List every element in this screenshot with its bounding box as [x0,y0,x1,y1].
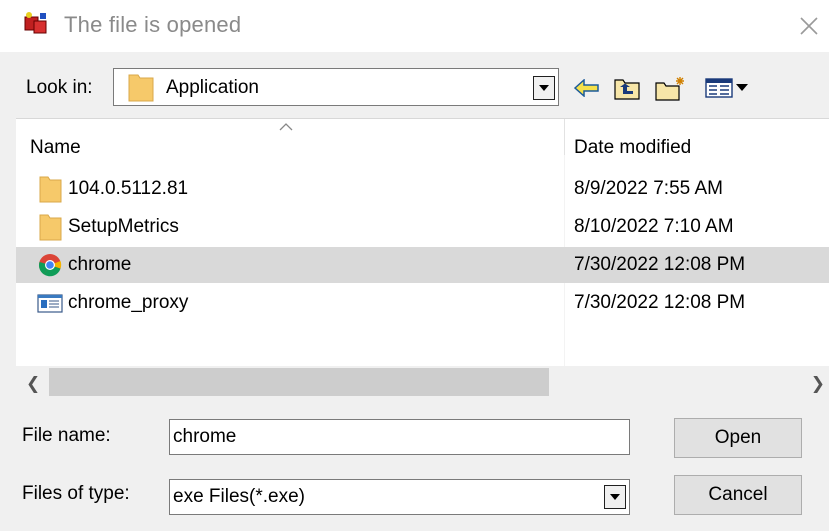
folder-icon [36,213,64,241]
scroll-left-icon[interactable]: ❮ [26,374,40,394]
cancel-button[interactable]: Cancel [674,475,802,515]
scrollbar-thumb[interactable] [49,368,549,396]
filetype-value: exe Files(*.exe) [173,486,305,507]
view-menu-icon [705,78,748,98]
lookin-dropdown-button[interactable] [533,76,555,100]
up-folder-icon [614,79,640,100]
file-date: 7/30/2022 12:08 PM [574,292,746,313]
chevron-down-icon [610,494,620,500]
chrome-icon [36,251,64,279]
back-button[interactable] [572,73,602,103]
filetype-combobox[interactable]: exe Files(*.exe) [169,479,630,515]
folder-icon [36,175,64,203]
file-name: chrome [68,254,132,275]
column-header-name[interactable]: Name [30,137,81,159]
new-folder-button[interactable] [654,73,688,103]
list-item[interactable]: 104.0.5112.81 8/9/2022 7:55 AM [16,171,829,207]
close-button[interactable] [789,6,829,46]
chevron-down-icon [539,85,549,91]
file-date: 8/10/2022 7:10 AM [574,216,734,237]
filetype-dropdown-button[interactable] [604,485,626,509]
list-item[interactable]: chrome_proxy 7/30/2022 12:08 PM [16,285,829,321]
scroll-right-icon[interactable]: ❯ [811,374,825,394]
folder-icon [128,72,154,107]
horizontal-scrollbar[interactable]: ❮ ❯ [16,366,829,400]
filename-input[interactable] [169,419,630,455]
file-list[interactable]: Name Date modified 104.0.5112.81 8/9/202… [16,118,829,400]
column-header-date[interactable]: Date modified [574,137,691,159]
column-divider[interactable] [564,119,565,155]
title-bar: The file is opened [0,0,829,52]
lookin-label: Look in: [26,77,93,98]
up-folder-button[interactable] [612,73,642,103]
open-button[interactable]: Open [674,418,802,458]
app-icon [22,11,50,37]
file-name: 104.0.5112.81 [68,178,189,199]
application-icon [36,289,64,317]
filetype-label: Files of type: [22,483,130,504]
sort-ascending-icon [278,119,294,137]
list-item-selected[interactable]: chrome 7/30/2022 12:08 PM [16,247,829,283]
file-name: SetupMetrics [68,216,179,237]
lookin-value: Application [166,77,259,98]
file-date: 7/30/2022 12:08 PM [574,254,746,275]
lookin-combobox[interactable]: Application [113,68,559,106]
window-title: The file is opened [64,12,242,37]
list-item[interactable]: SetupMetrics 8/10/2022 7:10 AM [16,209,829,245]
view-menu-button[interactable] [704,73,762,103]
new-folder-icon [655,77,684,101]
close-icon [800,17,818,35]
file-name: chrome_proxy [68,292,189,313]
file-date: 8/9/2022 7:55 AM [574,178,723,199]
back-arrow-icon [574,79,599,97]
filename-label: File name: [22,425,111,446]
